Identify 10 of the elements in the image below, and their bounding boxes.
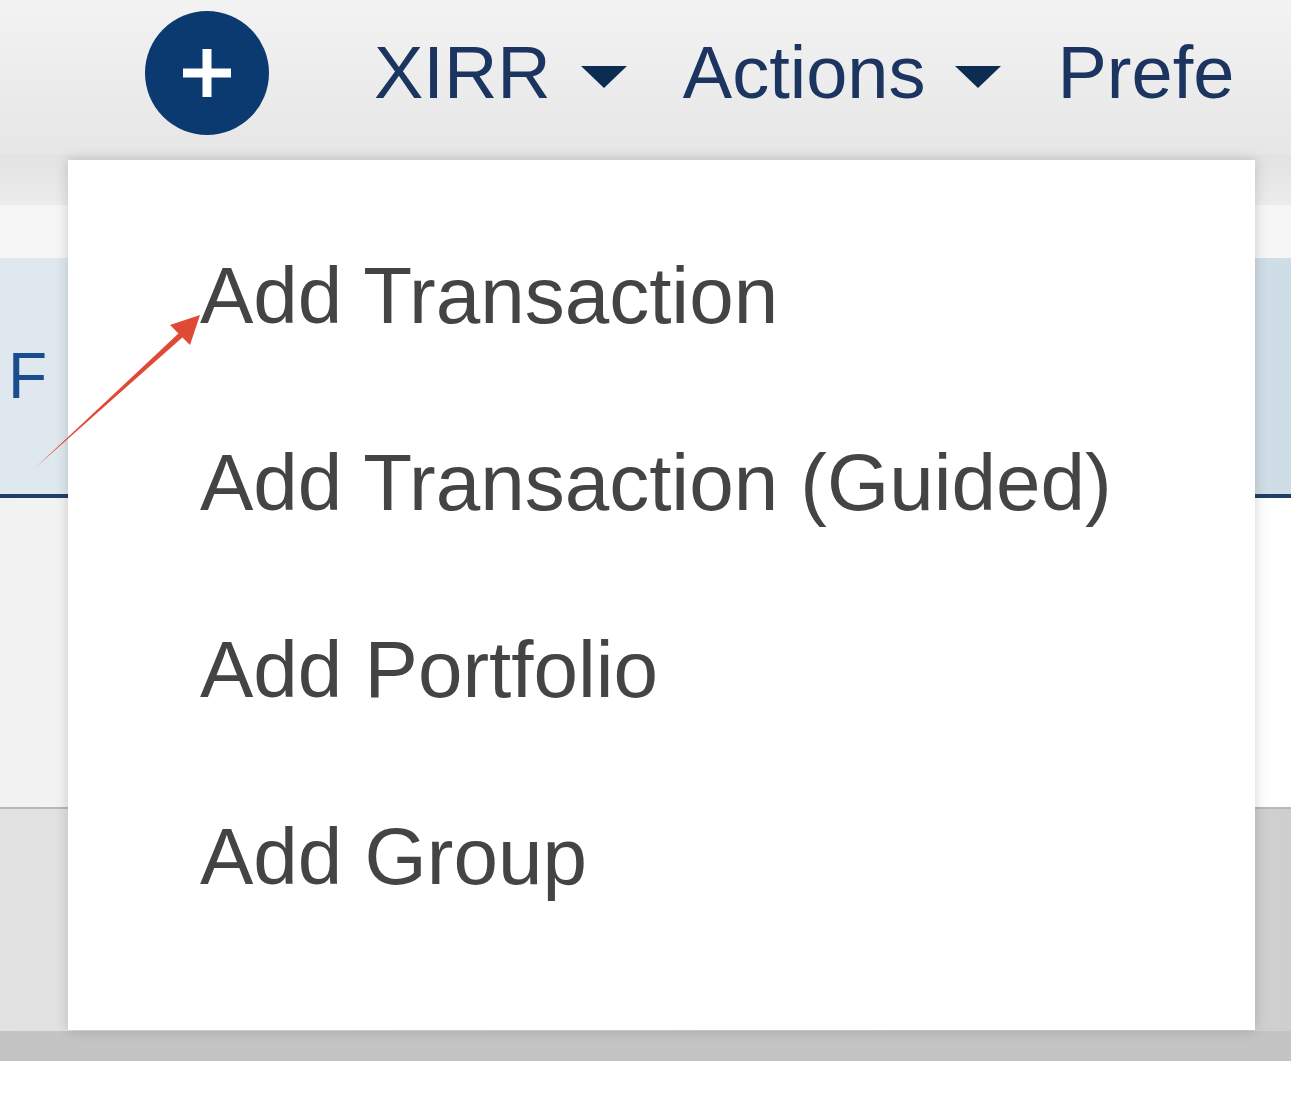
menu-link[interactable]: Prefe [1057, 30, 1235, 115]
menu-item[interactable]: Add Portfolio [200, 616, 659, 803]
dropdown-menu[interactable]: XIRR [374, 30, 627, 115]
dropdown-menu[interactable]: Actions [682, 30, 1002, 115]
menu-item[interactable]: Add Transaction (Guided) [200, 429, 1112, 616]
caret-icon [955, 65, 1002, 88]
menu-item[interactable]: Add Group [200, 803, 587, 990]
column-header: F [8, 339, 48, 413]
caret-icon [580, 65, 627, 88]
menu-item[interactable]: Add Transaction [200, 242, 779, 429]
